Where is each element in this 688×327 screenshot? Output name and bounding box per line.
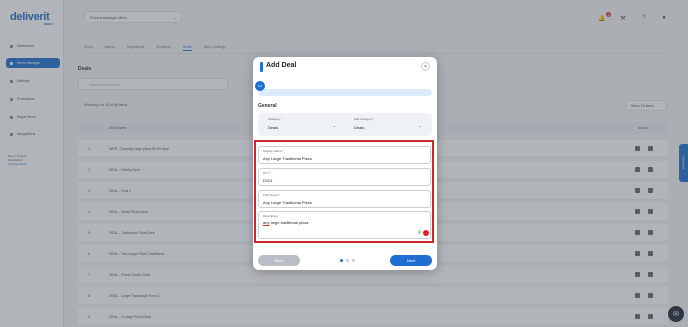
progress-step-indicator: 1/3	[255, 81, 265, 91]
step-dot	[346, 259, 349, 262]
print-name-value: Any Large Traditional Pizza	[263, 200, 312, 205]
description-field[interactable]: Description any large traditional pizza …	[258, 211, 431, 239]
description-value: any large traditional pizza	[263, 220, 308, 225]
display-name-field[interactable]: Display Name * Any Large Traditional Piz…	[258, 146, 431, 164]
grammar-check-icon[interactable]: ⚲	[417, 230, 422, 236]
step-dot-active	[340, 259, 343, 262]
step-dots	[340, 259, 355, 262]
section-title: General	[258, 103, 277, 109]
subcategory-value: Deals	[354, 125, 365, 130]
category-panel: Category * Deals ⌄ Sub Category * Deals …	[258, 113, 432, 136]
step-dot	[352, 259, 355, 262]
add-deal-modal: Add Deal × 1/3 General Category * Deals …	[253, 57, 437, 270]
print-name-field[interactable]: Print Name * Any Large Traditional Pizza	[258, 190, 431, 208]
display-name-label: Display Name *	[263, 149, 284, 153]
description-rest: large traditional pizza	[269, 220, 309, 225]
chevron-down-icon: ⌄	[332, 123, 336, 128]
display-name-value: Any Large Traditional Pizza	[263, 156, 312, 161]
modal-title: Add Deal	[266, 62, 297, 69]
category-select[interactable]: Category * Deals ⌄	[262, 115, 340, 134]
print-name-label: Print Name *	[263, 193, 281, 197]
plu-field[interactable]: PLU * D101	[258, 168, 431, 186]
plu-label: PLU *	[263, 171, 271, 175]
back-button[interactable]: Back	[258, 255, 300, 266]
subcategory-select[interactable]: Sub Category * Deals ⌄	[348, 115, 426, 134]
plu-value: D101	[263, 178, 273, 183]
description-label: Description	[263, 214, 279, 218]
modal-title-accent	[260, 62, 263, 72]
category-value: Deals	[268, 125, 279, 130]
next-button[interactable]: Next	[390, 255, 432, 266]
category-label: Category *	[268, 117, 283, 121]
chevron-down-icon: ⌄	[418, 123, 422, 128]
progress-track	[258, 89, 432, 96]
close-button[interactable]: ×	[421, 62, 430, 71]
spellcheck-icon[interactable]	[423, 230, 429, 236]
subcategory-label: Sub Category *	[354, 117, 375, 121]
